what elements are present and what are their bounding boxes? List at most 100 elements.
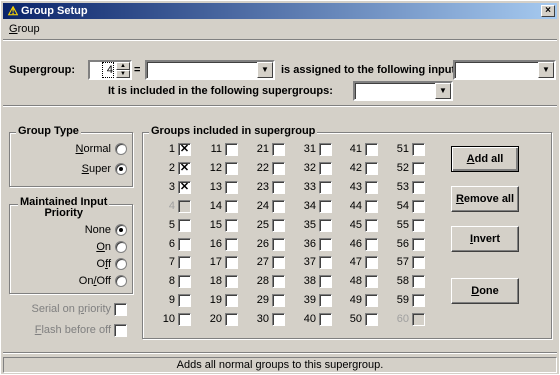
radio-on-off-indicator[interactable] bbox=[115, 275, 127, 287]
group-check-38[interactable] bbox=[319, 275, 332, 288]
group-checkbox-25[interactable]: 25 bbox=[245, 219, 285, 233]
group-check-26[interactable] bbox=[272, 238, 285, 251]
group-check-35[interactable] bbox=[319, 219, 332, 232]
group-check-12[interactable] bbox=[225, 162, 238, 175]
group-check-19[interactable] bbox=[225, 294, 238, 307]
group-checkbox-47[interactable]: 47 bbox=[338, 256, 378, 270]
supergroups-combo[interactable]: ▼ bbox=[353, 81, 453, 101]
group-checkbox-49[interactable]: 49 bbox=[338, 294, 378, 308]
group-check-33[interactable] bbox=[319, 181, 332, 194]
group-checkbox-23[interactable]: 23 bbox=[245, 181, 285, 195]
invert-button[interactable]: Invert bbox=[451, 226, 519, 252]
group-check-22[interactable] bbox=[272, 162, 285, 175]
group-checkbox-53[interactable]: 53 bbox=[385, 181, 425, 195]
group-checkbox-48[interactable]: 48 bbox=[338, 275, 378, 289]
radio-on[interactable]: On bbox=[9, 241, 127, 255]
group-check-57[interactable] bbox=[412, 256, 425, 269]
group-check-54[interactable] bbox=[412, 200, 425, 213]
group-checkbox-33[interactable]: 33 bbox=[292, 181, 332, 195]
group-check-8[interactable] bbox=[178, 275, 191, 288]
group-checkbox-30[interactable]: 30 bbox=[245, 313, 285, 327]
radio-normal-indicator[interactable] bbox=[115, 143, 127, 155]
chevron-down-icon[interactable]: ▼ bbox=[257, 62, 273, 78]
group-check-18[interactable] bbox=[225, 275, 238, 288]
group-check-52[interactable] bbox=[412, 162, 425, 175]
radio-off[interactable]: Off bbox=[9, 258, 127, 272]
group-check-16[interactable] bbox=[225, 238, 238, 251]
group-checkbox-35[interactable]: 35 bbox=[292, 219, 332, 233]
group-check-25[interactable] bbox=[272, 219, 285, 232]
radio-super-indicator[interactable] bbox=[115, 163, 127, 175]
group-check-9[interactable] bbox=[178, 294, 191, 307]
group-check-13[interactable] bbox=[225, 181, 238, 194]
spin-up-icon[interactable]: ▲ bbox=[116, 62, 130, 70]
group-checkbox-3[interactable]: 3 ✕ bbox=[151, 181, 191, 195]
group-checkbox-58[interactable]: 58 bbox=[385, 275, 425, 289]
group-checkbox-16[interactable]: 16 bbox=[198, 238, 238, 252]
group-check-14[interactable] bbox=[225, 200, 238, 213]
supergroup-name-combo[interactable]: ▼ bbox=[145, 60, 275, 80]
group-checkbox-29[interactable]: 29 bbox=[245, 294, 285, 308]
group-check-42[interactable] bbox=[365, 162, 378, 175]
group-check-44[interactable] bbox=[365, 200, 378, 213]
group-check-53[interactable] bbox=[412, 181, 425, 194]
group-check-49[interactable] bbox=[365, 294, 378, 307]
remove-all-button[interactable]: Remove all bbox=[451, 186, 519, 212]
chevron-down-icon[interactable]: ▼ bbox=[538, 62, 554, 78]
group-checkbox-14[interactable]: 14 bbox=[198, 200, 238, 214]
group-checkbox-39[interactable]: 39 bbox=[292, 294, 332, 308]
add-all-button[interactable]: Add all bbox=[451, 146, 519, 172]
radio-on-indicator[interactable] bbox=[115, 241, 127, 253]
menu-group[interactable]: Group bbox=[9, 20, 40, 38]
group-checkbox-40[interactable]: 40 bbox=[292, 313, 332, 327]
group-check-10[interactable] bbox=[178, 313, 191, 326]
group-checkbox-10[interactable]: 10 bbox=[151, 313, 191, 327]
group-checkbox-54[interactable]: 54 bbox=[385, 200, 425, 214]
group-checkbox-52[interactable]: 52 bbox=[385, 162, 425, 176]
group-check-2[interactable]: ✕ bbox=[178, 162, 191, 175]
group-checkbox-9[interactable]: 9 bbox=[151, 294, 191, 308]
title-bar[interactable]: ⚠ Group Setup × bbox=[3, 3, 557, 19]
spin-down-icon[interactable]: ▼ bbox=[116, 70, 130, 78]
group-checkbox-22[interactable]: 22 bbox=[245, 162, 285, 176]
group-checkbox-41[interactable]: 41 bbox=[338, 143, 378, 157]
group-check-40[interactable] bbox=[319, 313, 332, 326]
group-check-23[interactable] bbox=[272, 181, 285, 194]
group-check-3[interactable]: ✕ bbox=[178, 181, 191, 194]
flash-before-off-checkbox[interactable] bbox=[114, 324, 127, 337]
group-checkbox-7[interactable]: 7 bbox=[151, 256, 191, 270]
group-checkbox-8[interactable]: 8 bbox=[151, 275, 191, 289]
group-check-6[interactable] bbox=[178, 238, 191, 251]
group-check-1[interactable]: ✕ bbox=[178, 143, 191, 156]
group-checkbox-27[interactable]: 27 bbox=[245, 256, 285, 270]
inputs-combo[interactable]: ▼ bbox=[453, 60, 556, 80]
group-checkbox-45[interactable]: 45 bbox=[338, 219, 378, 233]
group-checkbox-15[interactable]: 15 bbox=[198, 219, 238, 233]
group-check-24[interactable] bbox=[272, 200, 285, 213]
group-check-45[interactable] bbox=[365, 219, 378, 232]
group-check-56[interactable] bbox=[412, 238, 425, 251]
group-checkbox-59[interactable]: 59 bbox=[385, 294, 425, 308]
group-check-48[interactable] bbox=[365, 275, 378, 288]
group-checkbox-55[interactable]: 55 bbox=[385, 219, 425, 233]
group-check-36[interactable] bbox=[319, 238, 332, 251]
radio-none-indicator[interactable] bbox=[115, 224, 127, 236]
group-checkbox-32[interactable]: 32 bbox=[292, 162, 332, 176]
group-checkbox-31[interactable]: 31 bbox=[292, 143, 332, 157]
radio-normal[interactable]: Normal bbox=[9, 143, 127, 157]
group-checkbox-2[interactable]: 2 ✕ bbox=[151, 162, 191, 176]
group-checkbox-11[interactable]: 11 bbox=[198, 143, 238, 157]
group-check-59[interactable] bbox=[412, 294, 425, 307]
group-check-37[interactable] bbox=[319, 256, 332, 269]
group-checkbox-12[interactable]: 12 bbox=[198, 162, 238, 176]
group-checkbox-20[interactable]: 20 bbox=[198, 313, 238, 327]
group-checkbox-26[interactable]: 26 bbox=[245, 238, 285, 252]
flash-before-off[interactable]: Flash before off bbox=[9, 324, 127, 338]
group-checkbox-28[interactable]: 28 bbox=[245, 275, 285, 289]
group-checkbox-34[interactable]: 34 bbox=[292, 200, 332, 214]
group-checkbox-38[interactable]: 38 bbox=[292, 275, 332, 289]
group-check-20[interactable] bbox=[225, 313, 238, 326]
radio-off-indicator[interactable] bbox=[115, 258, 127, 270]
close-button[interactable]: × bbox=[541, 5, 555, 17]
group-check-15[interactable] bbox=[225, 219, 238, 232]
